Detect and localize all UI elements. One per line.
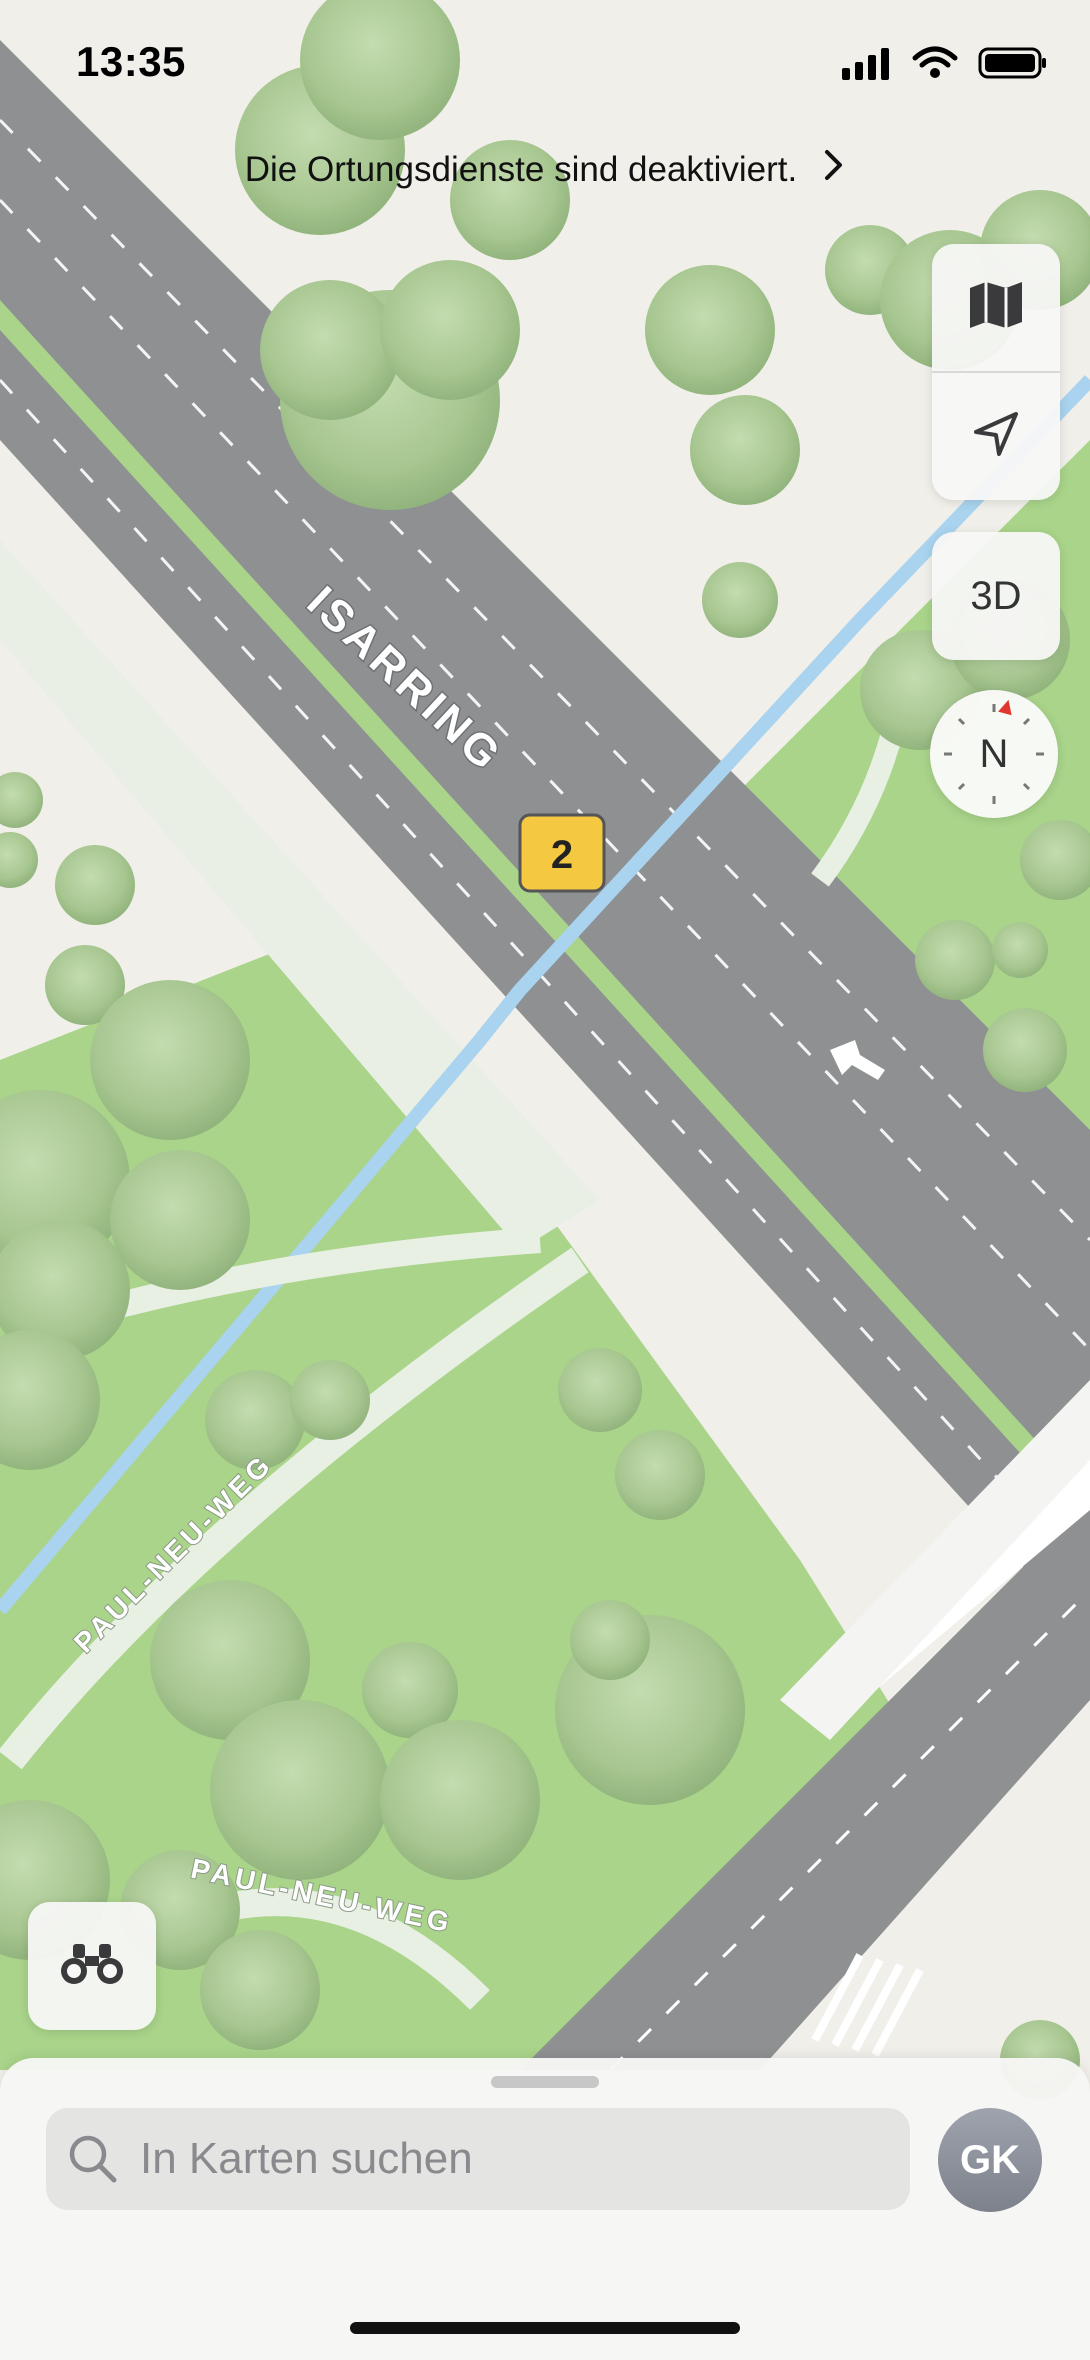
map-canvas[interactable]: ISARRING 2 PAUL-NEU-WEG PAUL-NEU-WEG <box>0 0 1090 2360</box>
search-input[interactable] <box>138 2133 902 2185</box>
search-icon <box>66 2132 120 2186</box>
profile-avatar[interactable]: GK <box>938 2108 1042 2212</box>
chevron-right-icon <box>823 148 845 191</box>
search-sheet[interactable]: GK <box>0 2058 1090 2360</box>
sheet-grabber[interactable] <box>491 2076 599 2088</box>
location-banner-text: Die Ortungsdienste sind deaktiviert. <box>244 149 798 189</box>
search-field[interactable] <box>46 2108 910 2210</box>
status-icons <box>842 46 1048 85</box>
home-indicator <box>350 2322 740 2334</box>
binoculars-icon <box>59 1942 125 1991</box>
wifi-icon <box>912 46 958 85</box>
svg-text:2: 2 <box>551 833 573 877</box>
signal-icon <box>842 46 892 85</box>
battery-icon <box>978 46 1048 85</box>
compass-button[interactable]: N <box>930 690 1058 818</box>
map-controls <box>932 244 1060 500</box>
map-icon <box>968 280 1024 335</box>
route-shield: 2 <box>518 813 606 893</box>
location-arrow-icon <box>970 408 1022 465</box>
look-around-button[interactable] <box>28 1902 156 2030</box>
status-time: 13:35 <box>76 38 186 85</box>
locate-me-button[interactable] <box>932 373 1060 500</box>
map-mode-button[interactable] <box>932 244 1060 371</box>
three-d-button[interactable]: 3D <box>932 532 1060 660</box>
location-services-banner[interactable]: Die Ortungsdienste sind deaktiviert. <box>0 148 1090 191</box>
compass-label: N <box>979 731 1009 776</box>
status-bar: 13:35 <box>0 0 1090 140</box>
